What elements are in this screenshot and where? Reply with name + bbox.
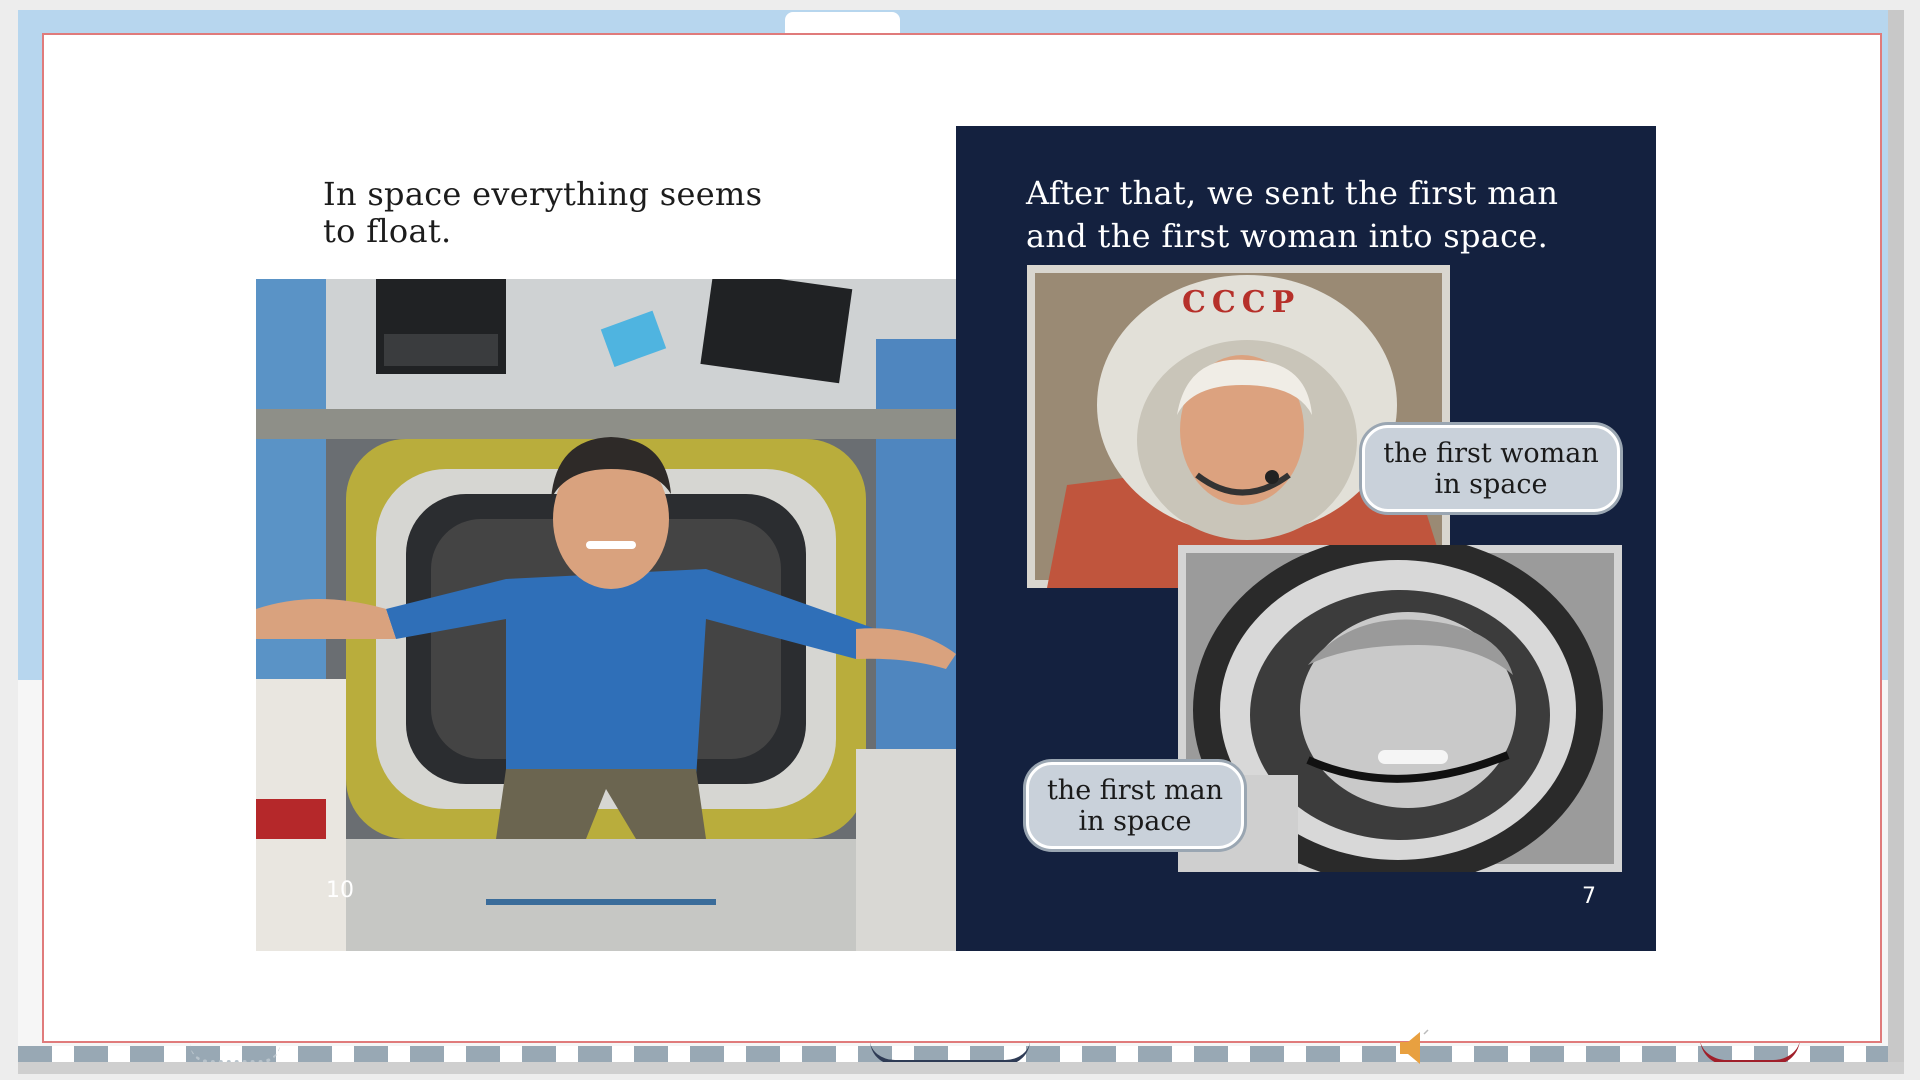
slide-shadow-right bbox=[1888, 10, 1904, 1064]
speaker-icon[interactable] bbox=[1398, 1028, 1432, 1068]
left-page-caption: In space everything seems to float. bbox=[323, 176, 762, 250]
right-page-number: 7 bbox=[1582, 884, 1596, 909]
label-first-woman: the first woman in space bbox=[1362, 425, 1620, 512]
left-caption-line-2: to float. bbox=[323, 212, 452, 250]
left-page-number: 10 bbox=[326, 878, 354, 903]
right-caption-line-2: and the first woman into space. bbox=[1026, 217, 1549, 255]
slide-background-notch bbox=[785, 12, 900, 34]
photo-floating-astronaut bbox=[256, 279, 956, 951]
label-first-woman-line-2: in space bbox=[1434, 468, 1548, 500]
left-caption-line-1: In space everything seems bbox=[323, 175, 763, 213]
slide-shadow-bottom bbox=[18, 1062, 1904, 1074]
helmet-cccp-text: CCCP bbox=[1182, 285, 1301, 320]
photo-first-man bbox=[1178, 545, 1622, 872]
label-first-man-line-1: the first man bbox=[1046, 774, 1224, 806]
label-first-woman-line-1: the first woman bbox=[1383, 437, 1599, 469]
right-page-caption: After that, we sent the first man and th… bbox=[1026, 172, 1558, 258]
label-first-man-line-2: in space bbox=[1078, 805, 1192, 837]
label-first-man: the first man in space bbox=[1026, 762, 1244, 849]
decorative-arc-gray bbox=[190, 1044, 280, 1064]
right-caption-line-1: After that, we sent the first man bbox=[1026, 174, 1559, 212]
